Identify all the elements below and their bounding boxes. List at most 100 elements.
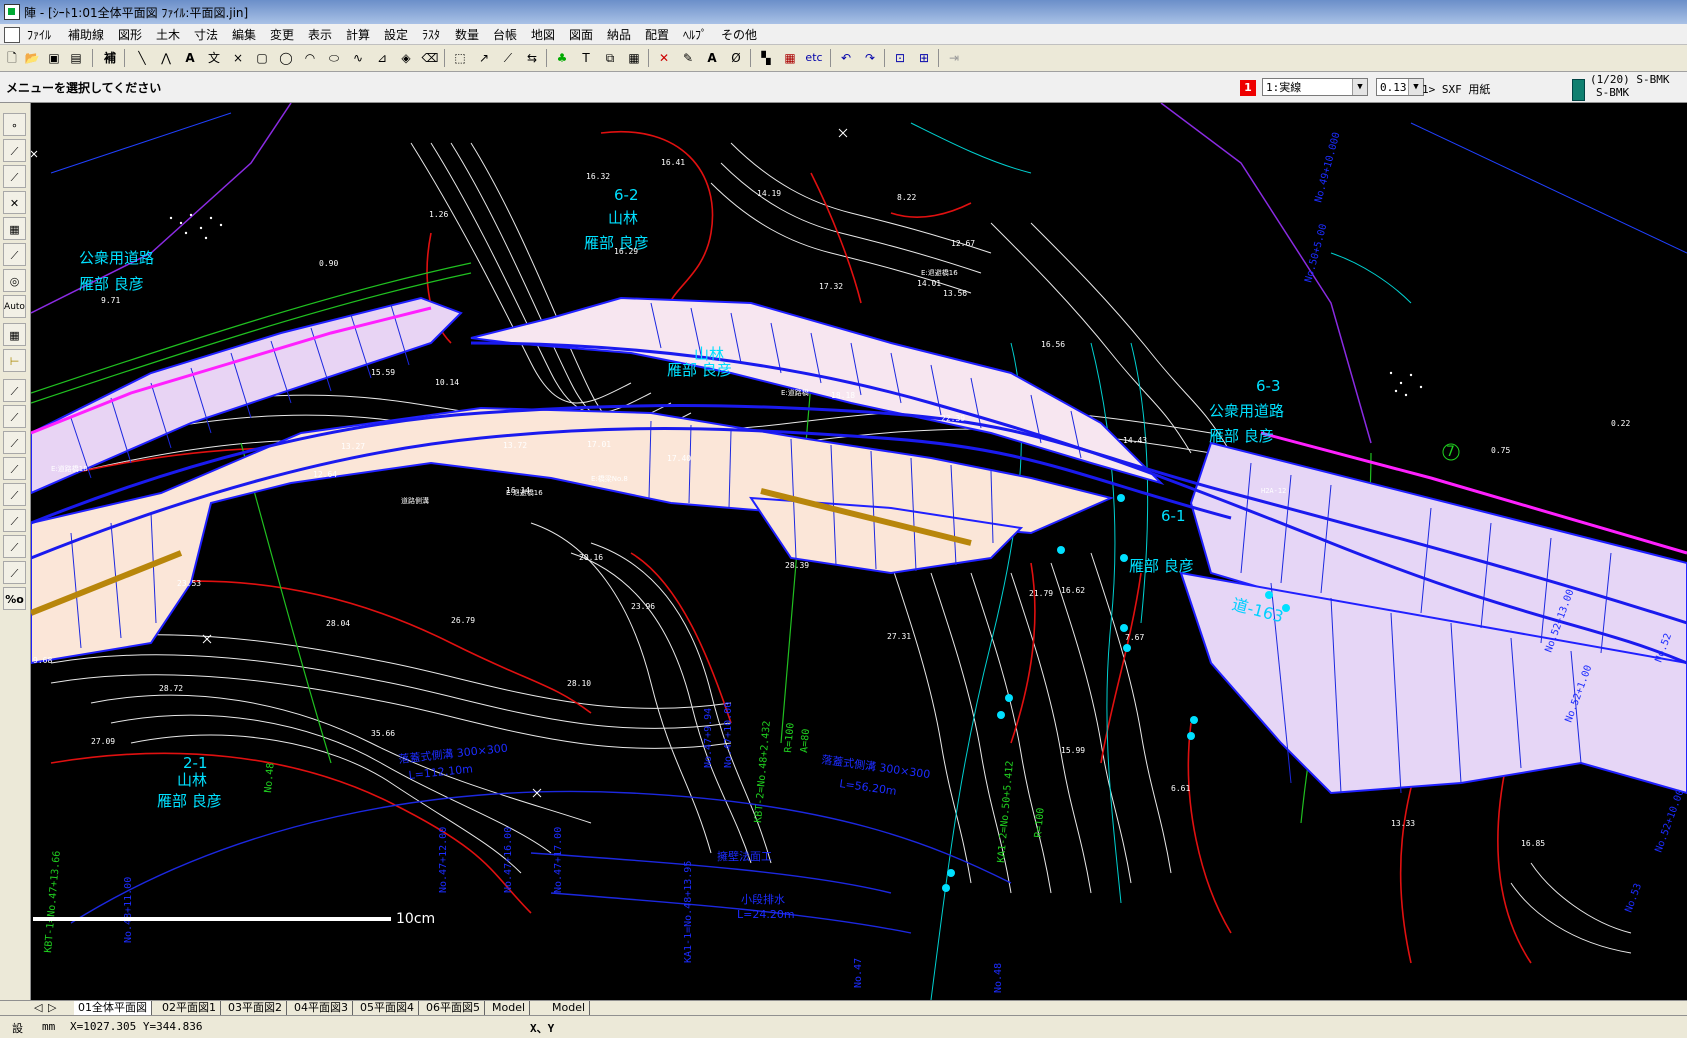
dimension-icon[interactable]: ⊢ bbox=[3, 349, 26, 372]
snap-near-icon[interactable]: ⟋ bbox=[3, 509, 26, 532]
grid-icon[interactable]: ▦ bbox=[3, 217, 26, 240]
menu-henko[interactable]: 変更 bbox=[267, 26, 297, 43]
auto-button[interactable]: Auto bbox=[3, 295, 26, 318]
select-area-icon[interactable]: ⬚ bbox=[450, 48, 470, 68]
menu-raster[interactable]: ﾗｽﾀ bbox=[419, 26, 443, 43]
undo-icon[interactable]: ↶ bbox=[836, 48, 856, 68]
symbol-tool-icon[interactable]: ◈ bbox=[396, 48, 416, 68]
menu-file[interactable]: ﾌｧｲﾙ bbox=[24, 26, 54, 43]
arc-tool-icon[interactable]: ◠ bbox=[300, 48, 320, 68]
leader-tool-icon[interactable]: ⟋ bbox=[498, 48, 518, 68]
hatch-grid-icon[interactable]: ▦ bbox=[3, 323, 26, 346]
cad-drawing[interactable]: 6-2 山林 雁部 良彦 公衆用道路 雁部 良彦 6-3 公衆用道路 雁部 良彦… bbox=[31, 103, 1687, 1000]
tab-sheet-05[interactable]: 05平面図4 bbox=[356, 1001, 419, 1015]
open-folder-icon[interactable]: 📂 bbox=[22, 48, 42, 68]
snap-tangent-icon[interactable]: ⟋ bbox=[3, 535, 26, 558]
menu-daicho[interactable]: 台帳 bbox=[490, 26, 520, 43]
erase-tool-icon[interactable]: ⌫ bbox=[420, 48, 440, 68]
tab-sheet-02[interactable]: 02平面図1 bbox=[158, 1001, 221, 1015]
svg-text:No.49+10.000: No.49+10.000 bbox=[1313, 131, 1342, 204]
mode-indicator[interactable]: 設 bbox=[12, 1020, 23, 1036]
tab-model-2[interactable]: Model bbox=[548, 1001, 591, 1015]
menu-hojo[interactable]: 補助線 bbox=[65, 26, 107, 43]
snap-perp-icon[interactable]: ⟋ bbox=[3, 483, 26, 506]
line-segment-icon[interactable]: ⟋ bbox=[3, 139, 26, 162]
zoom-window-icon[interactable]: ⊡ bbox=[890, 48, 910, 68]
menu-zumen[interactable]: 図面 bbox=[566, 26, 596, 43]
menu-chizu[interactable]: 地図 bbox=[528, 26, 558, 43]
line-type-select[interactable]: 1:実線 ▼ bbox=[1262, 78, 1368, 96]
drawing-canvas[interactable]: 6-2 山林 雁部 良彦 公衆用道路 雁部 良彦 6-3 公衆用道路 雁部 良彦… bbox=[31, 103, 1687, 1000]
snap-xy-icon[interactable]: ⟋ bbox=[3, 379, 26, 402]
app-icon[interactable] bbox=[4, 4, 20, 20]
delete-text-icon[interactable]: × bbox=[228, 48, 248, 68]
etc-button[interactable]: etc bbox=[804, 48, 824, 68]
menu-nohin[interactable]: 納品 bbox=[604, 26, 634, 43]
snap-cross-icon[interactable]: ⟋ bbox=[3, 457, 26, 480]
tab-model-1[interactable]: Model bbox=[488, 1001, 531, 1015]
dimension-tool-icon[interactable]: ⇆ bbox=[522, 48, 542, 68]
snap-mid-icon[interactable]: ⟋ bbox=[3, 431, 26, 454]
chevron-down-icon[interactable]: ▼ bbox=[1408, 79, 1423, 95]
box-tool-icon[interactable]: ▢ bbox=[252, 48, 272, 68]
slope-line-icon[interactable]: ⟋ bbox=[3, 243, 26, 266]
style-icon[interactable]: Ø bbox=[726, 48, 746, 68]
redo-icon[interactable]: ↷ bbox=[860, 48, 880, 68]
edit-text-icon[interactable]: ✎ bbox=[678, 48, 698, 68]
print-icon[interactable]: ▤ bbox=[66, 48, 86, 68]
ellipse-tool-icon[interactable]: ⬭ bbox=[324, 48, 344, 68]
spline-tool-icon[interactable]: ∿ bbox=[348, 48, 368, 68]
menu-doboku[interactable]: 土木 bbox=[153, 26, 183, 43]
menu-haichi[interactable]: 配置 bbox=[642, 26, 672, 43]
font-size-icon[interactable]: A bbox=[702, 48, 722, 68]
scale-color-swatch[interactable] bbox=[1572, 79, 1585, 101]
tab-sheet-04[interactable]: 04平面図3 bbox=[290, 1001, 353, 1015]
circle-center-icon[interactable]: ◎ bbox=[3, 269, 26, 292]
tab-next-icon[interactable]: ▷ bbox=[44, 1001, 60, 1015]
hojo-button[interactable]: 補 bbox=[100, 48, 120, 68]
polyline-tool-icon[interactable]: ⋀ bbox=[156, 48, 176, 68]
arrow-tool-icon[interactable]: ↗ bbox=[474, 48, 494, 68]
menu-sonota[interactable]: その他 bbox=[718, 26, 760, 43]
menu-zukei[interactable]: 図形 bbox=[115, 26, 145, 43]
snap-center-icon[interactable]: ⟋ bbox=[3, 561, 26, 584]
menu-sunpo[interactable]: 寸法 bbox=[191, 26, 221, 43]
document-icon[interactable] bbox=[4, 27, 20, 43]
cancel-icon[interactable]: ✕ bbox=[654, 48, 674, 68]
point-tool-icon[interactable]: ∘ bbox=[3, 113, 26, 136]
new-file-icon[interactable]: 🗋 bbox=[2, 48, 22, 68]
layer-icon[interactable]: ▚ bbox=[756, 48, 776, 68]
layer-color-swatch[interactable]: 1 bbox=[1240, 80, 1256, 96]
svg-text:No.48: No.48 bbox=[993, 963, 1004, 993]
menu-help[interactable]: ﾍﾙﾌﾟ bbox=[680, 26, 710, 43]
line-width-select[interactable]: 0.13 ▼ bbox=[1376, 78, 1424, 96]
menu-suryo[interactable]: 数量 bbox=[452, 26, 482, 43]
text-edit-icon[interactable]: 文 bbox=[204, 48, 224, 68]
line-tool-icon[interactable]: ╲ bbox=[132, 48, 152, 68]
copy-tool-icon[interactable]: ⧉ bbox=[600, 48, 620, 68]
disabled-tool-icon: ⇥ bbox=[948, 51, 960, 65]
sxf-paper-label[interactable]: 1> SXF 用紙 bbox=[1422, 81, 1490, 97]
measure-tool-icon[interactable]: ⊿ bbox=[372, 48, 392, 68]
snap-end-icon[interactable]: ⟋ bbox=[3, 405, 26, 428]
circle-tool-icon[interactable]: ◯ bbox=[276, 48, 296, 68]
tab-sheet-03[interactable]: 03平面図2 bbox=[224, 1001, 287, 1015]
zoom-all-icon[interactable]: ⊞ bbox=[914, 48, 934, 68]
tab-sheet-01[interactable]: 01全体平面図 bbox=[74, 1001, 152, 1015]
percent-button[interactable]: %o bbox=[3, 587, 26, 610]
image-tool-icon[interactable]: ▦ bbox=[624, 48, 644, 68]
menu-settei[interactable]: 設定 bbox=[381, 26, 411, 43]
tab-sheet-06[interactable]: 06平面図5 bbox=[422, 1001, 485, 1015]
text-placement-icon[interactable]: T bbox=[576, 48, 596, 68]
save-icon[interactable]: ▣ bbox=[44, 48, 64, 68]
intersection-icon[interactable]: ✕ bbox=[3, 191, 26, 214]
menu-henshu[interactable]: 編集 bbox=[229, 26, 259, 43]
offset-line-icon[interactable]: ⟋ bbox=[3, 165, 26, 188]
menu-keisan[interactable]: 計算 bbox=[343, 26, 373, 43]
table-icon[interactable]: ▦ bbox=[780, 48, 800, 68]
tree-symbol-icon[interactable]: ♣ bbox=[552, 48, 572, 68]
menu-hyoji[interactable]: 表示 bbox=[305, 26, 335, 43]
scale-label[interactable]: (1/20) S-BMK S-BMK bbox=[1590, 73, 1669, 99]
text-tool-icon[interactable]: A bbox=[180, 48, 200, 68]
chevron-down-icon[interactable]: ▼ bbox=[1352, 79, 1367, 95]
